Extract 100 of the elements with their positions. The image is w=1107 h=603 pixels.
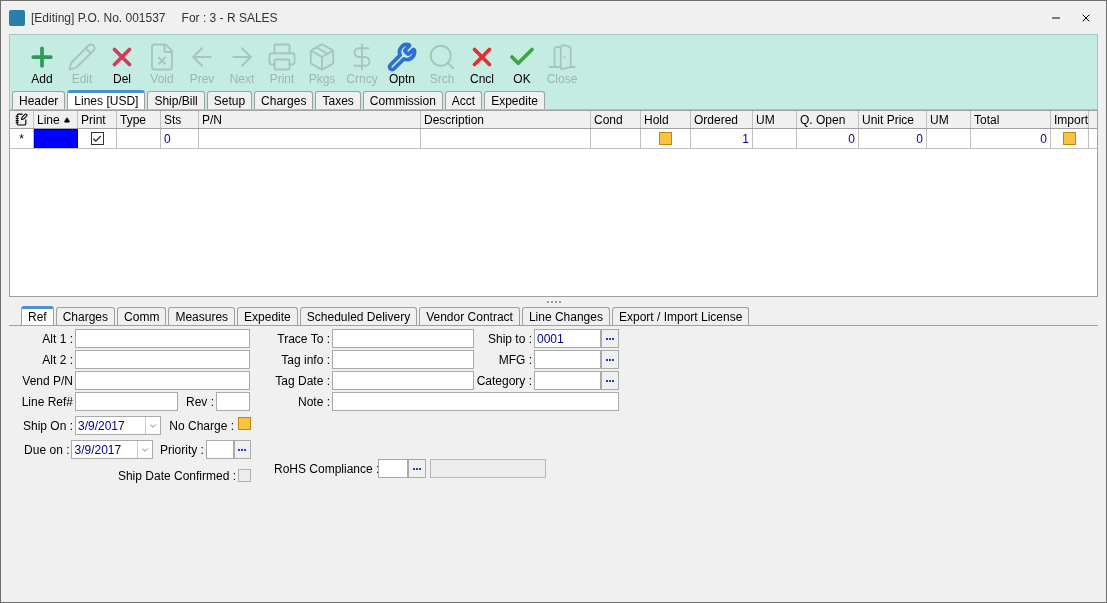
sort-ascending-icon (63, 116, 70, 123)
input-field[interactable] (332, 371, 474, 390)
field-label: Priority : (158, 441, 205, 459)
toolbar-button[interactable]: Del (102, 42, 142, 90)
input-field[interactable] (534, 371, 601, 390)
field-label: No Charge : (168, 417, 235, 435)
input-field[interactable] (534, 350, 601, 369)
column-header[interactable]: UM (927, 111, 971, 128)
column-header[interactable]: Cond (591, 111, 641, 128)
app-icon (9, 9, 25, 26)
input-field[interactable] (332, 329, 474, 348)
door-icon (547, 42, 577, 72)
tab[interactable]: Expedite (484, 91, 545, 109)
field-label: Vend P/N (21, 372, 74, 390)
tab[interactable]: Measures (168, 307, 236, 325)
toolbar-button[interactable]: Add (22, 42, 62, 90)
input-field[interactable] (378, 459, 408, 478)
field-label: Ship Date Confirmed : (117, 467, 236, 485)
tab[interactable]: Scheduled Delivery (299, 307, 418, 325)
tab[interactable]: Acct (444, 91, 483, 109)
field-label: Alt 1 : (41, 330, 74, 348)
tab[interactable]: Setup (206, 91, 253, 109)
toolbar-button[interactable]: Optn (382, 42, 422, 90)
lookup-button[interactable] (601, 371, 619, 390)
column-header[interactable]: Description (421, 111, 591, 128)
input-field[interactable]: 0001 (534, 329, 601, 348)
field-label: MFG : (497, 351, 533, 369)
column-header[interactable]: Line (34, 111, 78, 128)
ellipsis-icon (413, 467, 421, 470)
column-header[interactable]: UM (753, 111, 797, 128)
printer-icon (267, 42, 297, 72)
ellipsis-icon (238, 448, 247, 451)
column-header[interactable]: Hold (641, 111, 691, 128)
field-label: RoHS Compliance : (274, 460, 378, 478)
date-picker[interactable]: 3/9/2017 (75, 416, 161, 435)
column-header[interactable]: P/N (199, 111, 421, 128)
input-field[interactable] (332, 350, 474, 369)
search-icon (427, 42, 457, 72)
checkbox[interactable] (1063, 132, 1076, 145)
lookup-button[interactable] (601, 329, 619, 348)
input-field[interactable] (75, 371, 250, 390)
tab[interactable]: Vendor Contract (419, 307, 520, 325)
checkbox[interactable] (659, 132, 672, 145)
tab[interactable]: Charges (55, 307, 116, 325)
column-header[interactable]: Q. Open (797, 111, 859, 128)
table-cell[interactable] (34, 129, 78, 148)
input-field[interactable] (332, 392, 619, 411)
tab[interactable]: Expedite (237, 307, 298, 325)
checkbox[interactable] (238, 416, 251, 430)
tab[interactable]: Charges (254, 91, 314, 109)
table-cell: 0 (971, 129, 1051, 148)
table-cell: 0 (161, 129, 199, 148)
column-header[interactable]: Ordered (691, 111, 753, 128)
settings-icon (387, 42, 417, 72)
field-label: Ship On : (21, 417, 74, 435)
field-label: Due on : (23, 441, 71, 459)
toolbar-button[interactable]: Cncl (462, 42, 502, 90)
boxes-icon (307, 42, 337, 72)
ellipsis-icon (606, 337, 614, 340)
tab[interactable]: Header (12, 91, 66, 109)
tab[interactable]: Comm (117, 307, 167, 325)
checkbox[interactable] (90, 132, 104, 145)
tab[interactable]: Lines [USD] (67, 90, 146, 109)
tab[interactable]: Ref (21, 306, 54, 325)
field-label: Trace To : (276, 330, 331, 348)
field-label: Ship to : (486, 330, 533, 348)
column-header[interactable]: Total (971, 111, 1051, 128)
date-picker[interactable]: 3/9/2017 (71, 440, 153, 459)
ellipsis-icon (606, 379, 614, 382)
input-field[interactable] (205, 440, 234, 459)
tab[interactable]: Line Changes (521, 307, 610, 325)
column-header[interactable]: Sts (161, 111, 199, 128)
tab[interactable]: Commission (362, 91, 443, 109)
tab[interactable]: Export / Import License (611, 307, 750, 325)
column-header[interactable]: Type (117, 111, 161, 128)
column-header[interactable]: Unit Price (859, 111, 927, 128)
input-field[interactable] (75, 392, 178, 411)
field-label: Note : (297, 393, 331, 411)
field-label: Line Ref# (20, 393, 74, 411)
input-field[interactable] (75, 329, 250, 348)
table-cell: 0 (797, 129, 859, 148)
toolbar-button[interactable]: OK (502, 42, 542, 90)
tab[interactable]: Ship/Bill (147, 91, 205, 109)
field-label: Tag Date : (274, 372, 331, 390)
input-field[interactable] (75, 350, 250, 369)
column-header[interactable]: Import (1051, 111, 1089, 128)
notes-icon (15, 113, 28, 126)
lookup-button[interactable] (601, 350, 619, 369)
table-cell: 0 (859, 129, 927, 148)
ellipsis-icon (606, 358, 614, 361)
window-title: [Editing] P.O. No. 001537 (31, 9, 166, 27)
window-subtitle: For : 3 - R SALES (181, 9, 278, 27)
input-field[interactable] (216, 392, 250, 411)
field-label: Rev : (185, 393, 215, 411)
lookup-button[interactable] (408, 459, 426, 478)
tab[interactable]: Taxes (315, 91, 361, 109)
table-cell: 1 (691, 129, 753, 148)
field-label: Alt 2 : (41, 351, 74, 369)
pencil-icon (67, 42, 97, 72)
column-header[interactable]: Print (78, 111, 117, 128)
